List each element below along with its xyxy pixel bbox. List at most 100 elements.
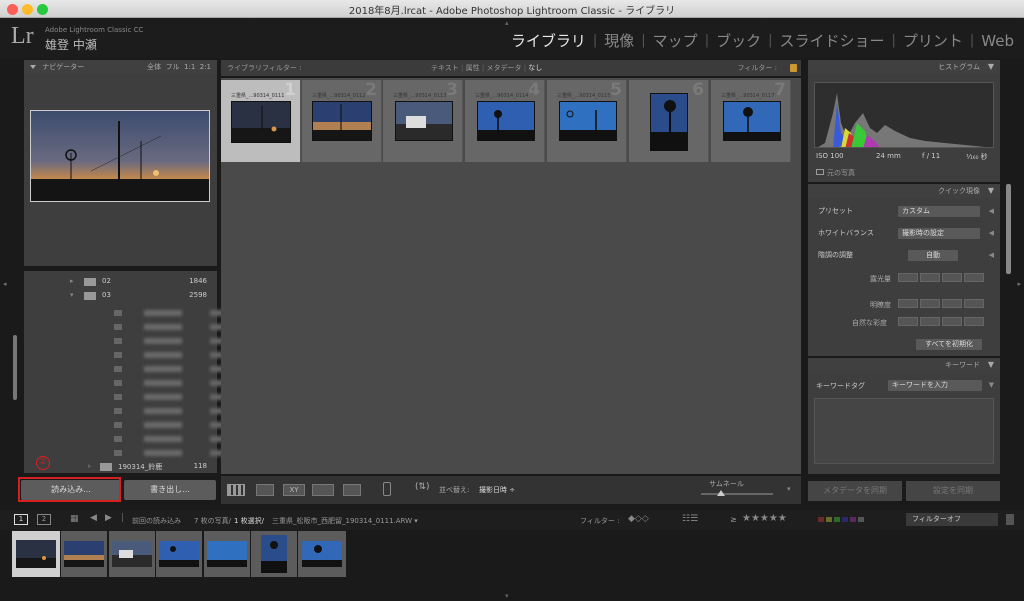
left-panel-scrollbar[interactable] [13, 335, 17, 400]
keyword-tags-dropdown[interactable]: キーワードを入力 [888, 380, 982, 391]
blurred-subfolder[interactable] [114, 393, 224, 401]
sync-metadata-button[interactable]: メタデータを同期 [808, 481, 902, 501]
photo-thumbnail[interactable] [231, 101, 291, 143]
blurred-subfolder[interactable] [114, 365, 224, 373]
sort-dropdown[interactable]: 撮影日時 ÷ [479, 485, 515, 495]
painter-icon[interactable] [383, 482, 391, 496]
grid-cell[interactable]: 5 三重県_...90314_0115 [547, 80, 627, 162]
photo-thumbnail[interactable] [559, 101, 617, 141]
blurred-subfolder[interactable] [114, 421, 224, 429]
right-panel-toggle-icon[interactable]: ▸ [1017, 280, 1021, 288]
blurred-subfolder[interactable] [114, 323, 224, 331]
grid-view-icon[interactable]: ▦ [70, 514, 79, 524]
export-button[interactable]: 書き出し... [124, 480, 216, 500]
filter-tab-text[interactable]: テキスト [431, 64, 459, 72]
right-panel-scrollbar[interactable] [1006, 184, 1011, 274]
module-develop[interactable]: 現像 [604, 30, 634, 51]
vibrance-decrease-large[interactable] [898, 317, 918, 326]
left-panel-toggle-icon[interactable]: ◂ [3, 280, 7, 288]
folder-row[interactable]: ▾ 03 2598 [70, 291, 207, 303]
white-balance-dropdown[interactable]: 撮影時の設定 [898, 228, 980, 239]
expand-triangle-icon[interactable]: ▹ [88, 462, 92, 470]
rating-filter-stars[interactable]: ★★★★★ [742, 513, 787, 524]
filter-preset-label[interactable]: フィルター : [738, 60, 777, 76]
vibrance-increase-large[interactable] [964, 317, 984, 326]
secondary-display-button[interactable]: 2 [37, 514, 51, 525]
blurred-subfolder[interactable] [114, 449, 224, 457]
clarity-decrease[interactable] [920, 299, 940, 308]
edit-filter-icon[interactable]: ☷☰ [682, 514, 698, 524]
auto-tone-button[interactable]: 自動 [908, 250, 958, 261]
exposure-increase-large[interactable] [964, 273, 984, 282]
top-panel-toggle-icon[interactable]: ▴ [505, 19, 509, 27]
filmstrip-thumbnail[interactable] [112, 541, 152, 567]
filmstrip-cell-selected[interactable] [12, 531, 60, 577]
folder-row[interactable]: ▹ 190314_鈴鹿 118 [88, 462, 207, 474]
exposure-decrease-large[interactable] [898, 273, 918, 282]
grid-cell[interactable]: 4 三重県_...90314_0114 [465, 80, 545, 162]
reset-all-button[interactable]: すべてを初期化 [916, 339, 982, 350]
toolbar-menu-icon[interactable]: ▾ [787, 485, 791, 493]
collapse-triangle-icon[interactable]: ▼ [988, 62, 994, 71]
blurred-subfolder[interactable] [114, 351, 224, 359]
blurred-subfolder[interactable] [114, 337, 224, 345]
flag-filter-icon[interactable]: ◆◇◇ [628, 514, 649, 524]
filter-tab-none[interactable]: なし [528, 64, 542, 72]
filmstrip-thumbnail[interactable] [16, 540, 56, 568]
grid-cell-selected[interactable]: 1 三重県_...90314_0111 [221, 80, 301, 162]
clarity-increase-large[interactable] [964, 299, 984, 308]
filmstrip-cell[interactable] [251, 531, 297, 577]
rating-operator[interactable]: ≥ [730, 515, 737, 524]
sync-settings-button[interactable]: 設定を同期 [906, 481, 1000, 501]
filter-lock-icon[interactable] [1006, 514, 1014, 525]
folder-row[interactable]: ▸ 02 1846 [70, 277, 207, 289]
filter-preset-dropdown[interactable]: フィルターオフ [906, 513, 998, 526]
filmstrip-thumbnail[interactable] [207, 541, 247, 567]
module-book[interactable]: ブック [716, 30, 761, 51]
expand-triangle-icon[interactable]: ◀ [989, 229, 994, 237]
module-library[interactable]: ライブラリ [511, 30, 586, 51]
module-map[interactable]: マップ [653, 30, 698, 51]
exposure-increase[interactable] [942, 273, 962, 282]
grid-cell[interactable]: 6 三...14_0116 [629, 80, 709, 162]
filmstrip-thumbnail[interactable] [159, 541, 199, 567]
histogram-graph[interactable] [814, 82, 994, 148]
navigator-preview[interactable] [30, 110, 210, 202]
people-view-icon[interactable] [343, 484, 361, 496]
expand-triangle-icon[interactable]: ▸ [70, 277, 74, 285]
collapse-triangle-icon[interactable]: ▼ [988, 360, 994, 369]
forward-arrow-icon[interactable]: ▶ [105, 513, 112, 523]
module-web[interactable]: Web [981, 32, 1014, 50]
filmstrip-thumbnail[interactable] [302, 541, 342, 567]
photo-thumbnail[interactable] [395, 101, 453, 141]
photo-thumbnail[interactable] [477, 101, 535, 141]
collapse-triangle-icon[interactable] [30, 65, 36, 69]
blurred-subfolder[interactable] [114, 309, 224, 317]
zoom-fit[interactable]: 全体 [147, 63, 161, 71]
collapse-triangle-icon[interactable]: ▾ [70, 291, 74, 299]
expand-triangle-icon[interactable]: ▼ [989, 381, 994, 389]
checkbox-icon[interactable] [816, 169, 824, 175]
photo-thumbnail[interactable] [650, 93, 688, 151]
clarity-decrease-large[interactable] [898, 299, 918, 308]
filter-tab-metadata[interactable]: メタデータ [486, 64, 521, 72]
vibrance-decrease[interactable] [920, 317, 940, 326]
back-arrow-icon[interactable]: ◀ [90, 513, 97, 523]
collapse-triangle-icon[interactable]: ▼ [988, 186, 994, 195]
grid-cell[interactable]: 7 三重県_...90314_0117 [711, 80, 791, 162]
blurred-subfolder[interactable] [114, 435, 224, 443]
sort-direction-icon[interactable]: (⇅) [415, 482, 430, 492]
bottom-panel-toggle-icon[interactable]: ▾ [505, 592, 509, 600]
compare-view-icon[interactable]: XY [283, 484, 305, 496]
zoom-1-1[interactable]: 1:1 [184, 63, 195, 71]
grid-cell[interactable]: 2 三重県_...90314_0112 [302, 80, 382, 162]
thumbnail-size-slider[interactable] [701, 493, 773, 495]
grid-view-icon[interactable] [227, 484, 245, 496]
vibrance-increase[interactable] [942, 317, 962, 326]
filmstrip-cell[interactable] [204, 531, 250, 577]
blurred-subfolder[interactable] [114, 379, 224, 387]
slider-thumb[interactable] [717, 490, 725, 496]
keyword-text-area[interactable] [814, 398, 994, 464]
lock-icon[interactable] [790, 64, 797, 72]
filmstrip-cell[interactable] [109, 531, 155, 577]
